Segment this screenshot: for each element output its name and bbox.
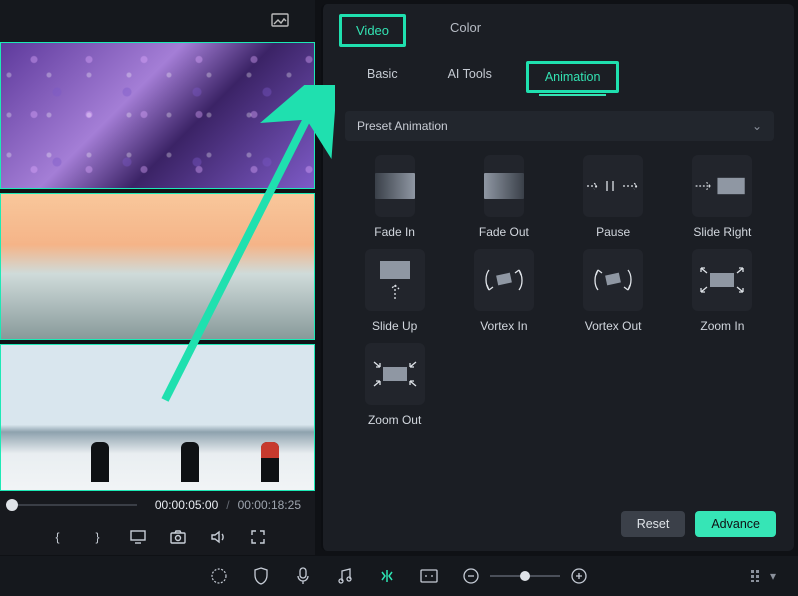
anim-slide-right[interactable] xyxy=(692,155,752,217)
caret-down-icon: ▾ xyxy=(770,569,776,583)
snapshot-icon[interactable] xyxy=(170,529,186,545)
time-separator: / xyxy=(226,498,229,512)
time-row: 00:00:05:00 / 00:00:18:25 xyxy=(0,491,315,519)
anim-label: Zoom In xyxy=(700,319,744,333)
mic-icon[interactable] xyxy=(294,567,312,585)
subtab-ai-tools[interactable]: AI Tools xyxy=(432,61,508,93)
chevron-down-icon: ⌄ xyxy=(752,119,762,133)
time-total: 00:00:18:25 xyxy=(238,498,301,512)
preview-frame-2[interactable] xyxy=(0,193,315,340)
volume-icon[interactable] xyxy=(210,529,226,545)
top-tabs: Video Color xyxy=(323,4,794,47)
bottom-toolbar: ▾ xyxy=(0,556,798,596)
preset-label: Preset Animation xyxy=(357,119,448,133)
anim-zoom-in[interactable] xyxy=(692,249,752,311)
anim-pause[interactable] xyxy=(583,155,643,217)
time-current: 00:00:05:00 xyxy=(155,498,218,512)
shield-icon[interactable] xyxy=(252,567,270,585)
anim-vortex-in[interactable] xyxy=(474,249,534,311)
anim-label: Slide Up xyxy=(372,319,417,333)
zoom-control[interactable] xyxy=(462,567,588,585)
subtab-animation[interactable]: Animation xyxy=(526,61,620,93)
reset-button[interactable]: Reset xyxy=(621,511,686,537)
anim-label: Vortex In xyxy=(480,319,527,333)
timeline-view-menu[interactable]: ▾ xyxy=(750,569,776,583)
anim-vortex-out[interactable] xyxy=(583,249,643,311)
anim-fade-out[interactable] xyxy=(484,155,524,217)
music-icon[interactable] xyxy=(336,567,354,585)
zoom-in-icon[interactable] xyxy=(570,567,588,585)
advance-button[interactable]: Advance xyxy=(695,511,776,537)
animation-grid: Fade In Fade Out Pause Slide Right xyxy=(323,151,794,431)
tab-video[interactable]: Video xyxy=(339,14,406,47)
preview-controls: { } xyxy=(0,519,315,555)
subtab-basic[interactable]: Basic xyxy=(351,61,414,93)
anim-zoom-out[interactable] xyxy=(365,343,425,405)
mark-out-icon[interactable]: } xyxy=(90,529,106,545)
screen-icon[interactable] xyxy=(130,529,146,545)
tab-color[interactable]: Color xyxy=(436,14,495,47)
preview-stack xyxy=(0,42,315,491)
anim-label: Fade Out xyxy=(479,225,529,239)
effects-icon[interactable] xyxy=(378,567,396,585)
zoom-slider[interactable] xyxy=(490,575,560,577)
aspect-icon[interactable] xyxy=(420,567,438,585)
anim-label: Zoom Out xyxy=(368,413,421,427)
inspector-panel: Video Color Basic AI Tools Animation Pre… xyxy=(321,4,794,551)
anim-label: Vortex Out xyxy=(585,319,642,333)
anim-label: Slide Right xyxy=(693,225,751,239)
sub-tabs: Basic AI Tools Animation xyxy=(323,47,794,101)
zoom-out-icon[interactable] xyxy=(462,567,480,585)
color-wheel-icon[interactable] xyxy=(210,567,228,585)
preview-header xyxy=(0,0,315,42)
preview-panel: 00:00:05:00 / 00:00:18:25 { } xyxy=(0,0,315,555)
fullscreen-icon[interactable] xyxy=(250,529,266,545)
anim-label: Pause xyxy=(596,225,630,239)
playback-slider[interactable] xyxy=(6,504,137,506)
image-scope-icon[interactable] xyxy=(271,13,289,30)
anim-fade-in[interactable] xyxy=(375,155,415,217)
mark-in-icon[interactable]: { xyxy=(50,529,66,545)
inspector-footer: Reset Advance xyxy=(323,501,794,551)
anim-label: Fade In xyxy=(374,225,415,239)
preset-animation-dropdown[interactable]: Preset Animation ⌄ xyxy=(345,111,774,141)
preview-frame-1[interactable] xyxy=(0,42,315,189)
preview-frame-3[interactable] xyxy=(0,344,315,491)
anim-slide-up[interactable] xyxy=(365,249,425,311)
